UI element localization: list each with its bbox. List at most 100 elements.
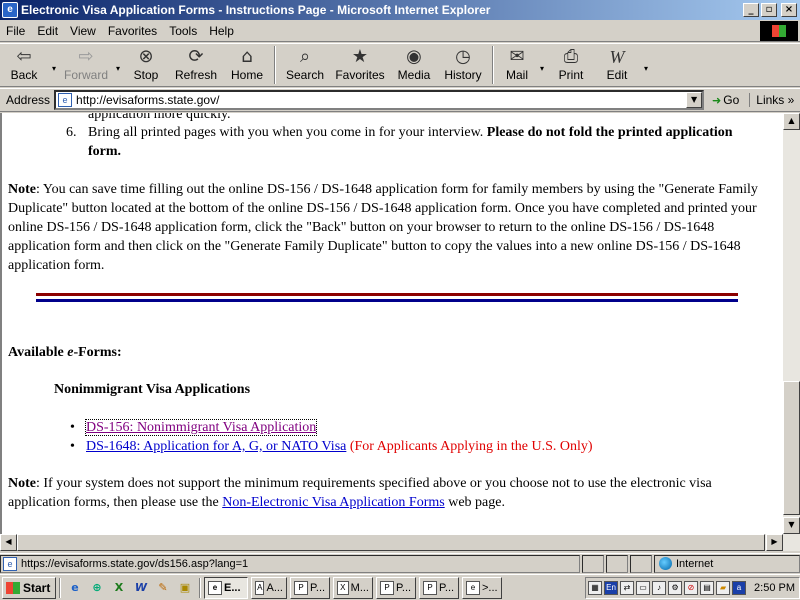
start-label: Start — [23, 580, 51, 595]
task-button-cmd[interactable]: e >... — [462, 576, 502, 599]
word-quicklaunch-icon[interactable]: W — [132, 579, 150, 597]
media-label: Media — [397, 68, 431, 82]
media-icon: ◉ — [406, 46, 422, 67]
instruction-list: 6. Bring all printed pages with you when… — [66, 123, 766, 161]
go-button[interactable]: ➜ Go — [712, 93, 739, 107]
search-label: Search — [285, 68, 325, 82]
task-button-a[interactable]: A A... — [251, 576, 287, 599]
blocked-tray-icon[interactable]: ⊘ — [684, 580, 699, 595]
ds1648-link[interactable]: DS-1648: Application for A, G, or NATO V… — [86, 439, 346, 454]
close-button[interactable]: × — [781, 3, 797, 17]
media-button[interactable]: ◉ Media — [390, 46, 438, 86]
history-label: History — [444, 68, 482, 82]
menu-help[interactable]: Help — [203, 24, 240, 38]
links-button[interactable]: Links » — [749, 93, 794, 107]
step6-text: Bring all printed pages with you when yo… — [88, 125, 484, 140]
display-tray-icon[interactable]: ▭ — [636, 580, 651, 595]
title-bar: e Electronic Visa Application Forms - In… — [0, 0, 800, 20]
stop-icon: ⊗ — [138, 46, 154, 67]
network-tray-icon[interactable]: ⇄ — [620, 580, 635, 595]
back-label: Back — [10, 68, 38, 82]
search-icon: ⌕ — [299, 46, 311, 67]
ds1648-note: (For Applicants Applying in the U.S. Onl… — [349, 439, 593, 454]
status-cell — [606, 554, 628, 573]
mail-dropdown-icon[interactable]: ▾ — [536, 46, 548, 73]
forward-button[interactable]: ⇨ Forward — [60, 46, 112, 86]
menu-tools[interactable]: Tools — [163, 24, 203, 38]
menu-file[interactable]: File — [0, 24, 31, 38]
task-label: A... — [266, 581, 283, 594]
language-tray-icon[interactable]: En — [604, 580, 619, 595]
heading-prefix: Available — [8, 345, 68, 360]
vertical-scrollbar[interactable]: ▲ ▼ — [783, 113, 800, 534]
task-button-ie[interactable]: e E... — [204, 576, 248, 599]
scroll-right-icon[interactable]: ▶ — [766, 534, 783, 551]
task-button-m[interactable]: X M... — [333, 576, 373, 599]
scroll-down-icon[interactable]: ▼ — [783, 517, 800, 534]
favorites-icon: ★ — [351, 46, 369, 67]
toolbar-separator — [492, 46, 494, 84]
mail-button[interactable]: ✉ Mail — [498, 46, 536, 86]
edit-button[interactable]: W Edit — [594, 46, 640, 86]
minimize-button[interactable]: _ — [743, 3, 759, 17]
paint-task-icon: P — [294, 580, 308, 595]
forward-dropdown-icon[interactable]: ▾ — [112, 46, 124, 73]
menu-view[interactable]: View — [64, 24, 102, 38]
print-button[interactable]: ⎙ Print — [548, 46, 594, 86]
stop-button[interactable]: ⊗ Stop — [124, 46, 168, 86]
settings-tray-icon[interactable]: ⚙ — [668, 580, 683, 595]
clock: 2:50 PM — [754, 581, 795, 594]
edit-dropdown-icon[interactable]: ▾ — [640, 46, 652, 73]
task-label: P... — [439, 581, 455, 594]
page-content: application more quickly. 6. Bring all p… — [0, 113, 783, 534]
scroll-left-icon[interactable]: ◀ — [0, 534, 17, 551]
favorites-label: Favorites — [335, 68, 385, 82]
system-tray: ▦ En ⇄ ▭ ♪ ⚙ ⊘ ▤ ▰ a 2:50 PM — [585, 576, 800, 599]
address-url[interactable]: http://evisaforms.state.gov/ — [76, 93, 686, 107]
volume-tray-icon[interactable]: ♪ — [652, 580, 667, 595]
list-item: • DS-1648: Application for A, G, or NATO… — [70, 437, 593, 456]
tray-app-icon[interactable]: ▤ — [700, 580, 715, 595]
note-paragraph: Note: You can save time filling out the … — [8, 180, 768, 275]
a-tray-icon[interactable]: a — [732, 580, 747, 595]
address-input[interactable]: e http://evisaforms.state.gov/ ▼ — [54, 90, 705, 110]
task-label: P... — [310, 581, 326, 594]
search-button[interactable]: ⌕ Search — [280, 46, 330, 86]
paint-task-icon: P — [423, 580, 437, 595]
menu-edit[interactable]: Edit — [31, 24, 64, 38]
back-dropdown-icon[interactable]: ▾ — [48, 46, 60, 73]
notepad-quicklaunch-icon[interactable]: ✎ — [154, 579, 172, 597]
ie-quicklaunch-icon[interactable]: e — [66, 579, 84, 597]
horizontal-scroll-thumb[interactable] — [17, 534, 765, 551]
forward-arrow-icon: ⇨ — [78, 46, 94, 67]
refresh-label: Refresh — [174, 68, 218, 82]
paint-task-icon: P — [380, 580, 394, 595]
task-button-p2[interactable]: P P... — [376, 576, 416, 599]
keyboard-tray-icon[interactable]: ▦ — [588, 580, 603, 595]
task-button-p3[interactable]: P P... — [419, 576, 459, 599]
home-button[interactable]: ⌂ Home — [224, 46, 270, 86]
favorites-button[interactable]: ★ Favorites — [330, 46, 390, 86]
divider-red — [36, 293, 738, 296]
horizontal-scrollbar[interactable]: ◀ ▶ — [0, 534, 800, 551]
start-button[interactable]: Start — [2, 576, 56, 599]
vertical-scroll-thumb[interactable] — [783, 381, 800, 515]
ds156-link[interactable]: DS-156: Nonimmigrant Visa Application — [84, 419, 318, 436]
excel-quicklaunch-icon[interactable]: X — [110, 579, 128, 597]
task-button-p1[interactable]: P P... — [290, 576, 330, 599]
folder-tray-icon[interactable]: ▰ — [716, 580, 731, 595]
refresh-button[interactable]: ⟳ Refresh — [168, 46, 224, 86]
task-label: M... — [350, 581, 369, 594]
back-button[interactable]: ⇦ Back — [0, 46, 48, 86]
scroll-up-icon[interactable]: ▲ — [783, 113, 800, 130]
list-item: • DS-156: Nonimmigrant Visa Application — [70, 418, 593, 437]
address-dropdown-icon[interactable]: ▼ — [686, 92, 703, 108]
menu-favorites[interactable]: Favorites — [102, 24, 163, 38]
explorer-quicklaunch-icon[interactable]: ▣ — [176, 579, 194, 597]
search-quicklaunch-icon[interactable]: ⊕ — [88, 579, 106, 597]
non-electronic-forms-link[interactable]: Non-Electronic Visa Application Forms — [222, 495, 444, 510]
maximize-button[interactable]: ▫ — [761, 3, 777, 17]
history-button[interactable]: ◷ History — [438, 46, 488, 86]
task-label: >... — [482, 581, 498, 594]
note-paragraph: Note: If your system does not support th… — [8, 474, 768, 512]
